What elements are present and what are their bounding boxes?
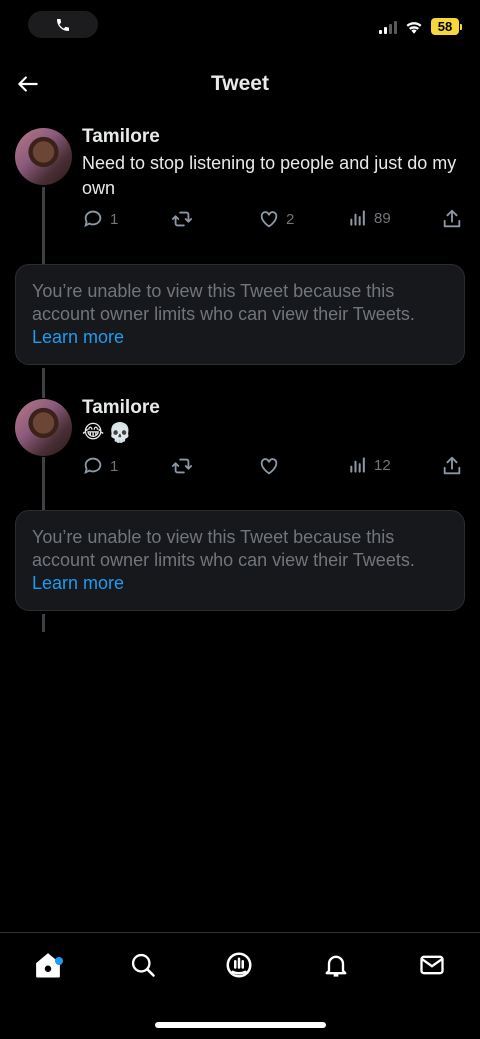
reply-button[interactable]: 1	[82, 455, 118, 477]
heart-icon	[260, 458, 278, 475]
nav-messages[interactable]	[414, 947, 450, 983]
reply-button[interactable]: 1	[82, 208, 118, 230]
reply-count: 1	[110, 210, 119, 228]
share-icon	[443, 209, 461, 228]
retweet-icon	[171, 458, 193, 474]
emoji: 😂	[82, 422, 105, 443]
bell-icon	[325, 955, 347, 977]
notice-text: You’re unable to view this Tweet because…	[32, 527, 415, 570]
views-count: 89	[374, 209, 391, 227]
phone-icon	[57, 18, 69, 31]
learn-more-link[interactable]: Learn more	[32, 326, 124, 349]
share-button[interactable]	[441, 455, 463, 477]
nav-search[interactable]	[125, 947, 161, 983]
home-indicator[interactable]	[155, 1022, 326, 1028]
share-button[interactable]	[441, 208, 463, 230]
call-indicator[interactable]	[28, 11, 98, 38]
header: Tweet	[0, 60, 480, 110]
battery-level: 58	[431, 18, 459, 35]
envelope-icon	[420, 955, 444, 975]
tweet-actions: 1 2 89	[82, 208, 467, 232]
tweet-author-name[interactable]: Tamilore	[82, 397, 160, 419]
retweet-icon	[171, 211, 193, 227]
like-count: 2	[286, 210, 295, 228]
restricted-tweet-notice: You’re unable to view this Tweet because…	[15, 264, 465, 365]
wifi-icon	[406, 21, 422, 34]
restricted-tweet-notice: You’re unable to view this Tweet because…	[15, 510, 465, 611]
battery-icon: 58	[431, 18, 462, 35]
thread-line	[42, 368, 45, 398]
bar-chart-icon	[350, 210, 365, 226]
nav-notifications[interactable]	[318, 947, 354, 983]
nav-spaces[interactable]	[221, 947, 257, 983]
page-title: Tweet	[211, 72, 269, 95]
retweet-button[interactable]	[170, 455, 194, 477]
search-icon	[131, 953, 155, 977]
spaces-icon	[226, 952, 252, 978]
tweet[interactable]: Tamilore Need to stop listening to peopl…	[0, 125, 480, 235]
reply-icon	[84, 457, 102, 475]
reply-icon	[84, 210, 102, 228]
home-icon	[36, 953, 60, 978]
tweet-text: 😂 💀	[82, 421, 132, 445]
reply-count: 1	[110, 457, 119, 475]
views-count: 12	[374, 456, 391, 474]
notification-dot	[55, 957, 63, 965]
heart-icon	[260, 211, 278, 228]
tweet-actions: 1 12	[82, 455, 467, 479]
bar-chart-icon	[350, 457, 365, 473]
avatar[interactable]	[15, 399, 72, 456]
like-button[interactable]	[258, 455, 280, 477]
tweet-author-name[interactable]: Tamilore	[82, 126, 160, 148]
share-icon	[443, 456, 461, 475]
retweet-button[interactable]	[170, 208, 194, 230]
views-button[interactable]: 89	[348, 208, 391, 228]
emoji: 💀	[108, 423, 132, 444]
nav-home[interactable]	[30, 947, 66, 983]
like-button[interactable]: 2	[258, 208, 294, 230]
status-bar: 58	[0, 0, 480, 50]
thread-line	[42, 614, 45, 632]
tweet[interactable]: Tamilore 😂 💀 1 12	[0, 396, 480, 486]
avatar[interactable]	[15, 128, 72, 185]
learn-more-link[interactable]: Learn more	[32, 572, 124, 595]
views-button[interactable]: 12	[348, 455, 391, 475]
tweet-text: Need to stop listening to people and jus…	[82, 153, 457, 198]
signal-icon	[379, 20, 397, 34]
notice-text: You’re unable to view this Tweet because…	[32, 281, 415, 324]
